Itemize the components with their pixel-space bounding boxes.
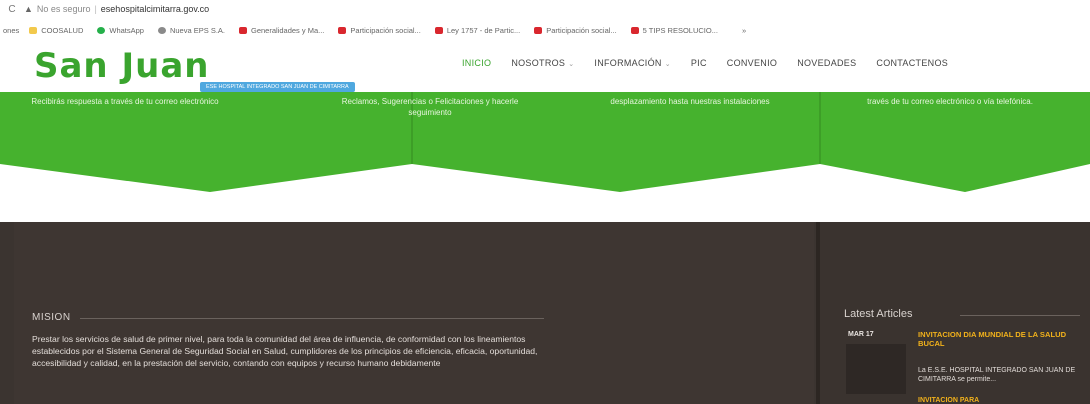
logo-text: San Juan bbox=[34, 46, 210, 86]
bookmark-icon bbox=[239, 26, 247, 34]
reload-icon[interactable]: C bbox=[6, 4, 18, 15]
article-thumbnail[interactable] bbox=[846, 344, 906, 394]
nav-item-contactenos[interactable]: CONTACTENOS bbox=[876, 58, 948, 68]
bookmark-item[interactable]: ones bbox=[3, 26, 19, 35]
bookmarks-bar: ones COOSALUD WhatsApp Nueva EPS S.A. Ge… bbox=[0, 22, 1090, 38]
bookmark-label: Generalidades y Ma... bbox=[251, 25, 325, 35]
green-banner: Recibirás respuesta a través de tu corre… bbox=[0, 92, 1090, 192]
insecure-label: No es seguro bbox=[36, 4, 91, 14]
nav-item-inicio[interactable]: INICIO bbox=[462, 58, 491, 68]
url-text[interactable]: esehospitalcimitarra.gov.co bbox=[101, 4, 209, 14]
nav-item-informacion[interactable]: INFORMACIÓN ⌄ bbox=[594, 58, 670, 68]
nav-item-nosotros[interactable]: NOSOTROS ⌄ bbox=[511, 58, 574, 68]
bookmark-item[interactable]: 5 TIPS RESOLUCIO... bbox=[630, 25, 718, 35]
chevron-down-icon: ⌄ bbox=[568, 61, 575, 68]
bookmark-icon bbox=[630, 26, 639, 34]
bookmark-label: Participación social... bbox=[546, 25, 617, 35]
bookmark-item[interactable]: Generalidades y Ma... bbox=[239, 26, 324, 35]
nav-item-pic[interactable]: PIC bbox=[691, 58, 707, 68]
bookmark-icon bbox=[29, 26, 38, 34]
nav-item-convenio[interactable]: CONVENIO bbox=[727, 58, 777, 68]
article-excerpt: La E.S.E. HOSPITAL INTEGRADO SAN JUAN DE… bbox=[918, 367, 1076, 383]
bookmark-item[interactable]: WhatsApp bbox=[97, 26, 144, 35]
article-date: MAR 17 bbox=[848, 331, 874, 338]
banner-text-2: Reclamos, Sugerencias o Felicitaciones y… bbox=[341, 97, 519, 117]
banner-text-4: través de tu correo electrónico o vía te… bbox=[867, 97, 1033, 106]
divider bbox=[80, 318, 544, 319]
nav-label: INFORMACIÓN bbox=[594, 58, 662, 68]
banner-text-1: Recibirás respuesta a través de tu corre… bbox=[31, 97, 219, 106]
banner-background bbox=[0, 92, 1090, 192]
address-bar[interactable]: C ▲ No es seguro | esehospitalcimitarra.… bbox=[0, 0, 1090, 18]
globe-icon bbox=[157, 26, 166, 34]
divider bbox=[816, 222, 820, 404]
bookmark-icon bbox=[434, 26, 443, 34]
bookmark-item[interactable]: Nueva EPS S.A. bbox=[157, 25, 225, 35]
bookmark-label: Ley 1757 - de Partic... bbox=[446, 25, 521, 35]
nav-label: INICIO bbox=[462, 58, 492, 68]
main-nav: INICIO NOSOTROS ⌄ INFORMACIÓN ⌄ PIC CONVEN… bbox=[462, 58, 948, 68]
mision-heading: MISION bbox=[32, 312, 71, 323]
bookmark-item[interactable]: Participación social... bbox=[338, 25, 421, 35]
separator: | bbox=[94, 4, 97, 14]
nav-label: NOVEDADES bbox=[797, 58, 857, 68]
article-title-link[interactable]: INVITACION PARA bbox=[918, 397, 1086, 404]
article-title-link[interactable]: INVITACION DIA MUNDIAL DE LA SALUD BUCAL bbox=[918, 330, 1088, 348]
bookmark-label: Participación social... bbox=[350, 25, 421, 35]
bookmark-item[interactable]: Ley 1757 - de Partic... bbox=[434, 25, 521, 35]
bookmark-label: WhatsApp bbox=[109, 25, 144, 35]
divider bbox=[960, 315, 1080, 316]
logo[interactable]: San Juan ESE HOSPITAL INTEGRADO SAN JUAN… bbox=[34, 46, 364, 92]
bookmark-label: Nueva EPS S.A. bbox=[169, 25, 225, 35]
nav-label: CONVENIO bbox=[726, 58, 778, 68]
nav-label: CONTACTENOS bbox=[876, 58, 949, 68]
nav-label: NOSOTROS bbox=[511, 58, 566, 68]
bookmark-item[interactable]: COOSALUD bbox=[29, 26, 83, 35]
bookmarks-more-button[interactable]: » bbox=[742, 26, 746, 35]
chevron-down-icon: ⌄ bbox=[664, 61, 671, 68]
latest-articles-heading: Latest Articles bbox=[844, 308, 913, 320]
mision-panel bbox=[14, 222, 814, 404]
nav-item-novedades[interactable]: NOVEDADES bbox=[797, 58, 856, 68]
logo-tagline: ESE HOSPITAL INTEGRADO SAN JUAN DE CIMIT… bbox=[200, 82, 355, 92]
bookmark-label: COOSALUD bbox=[41, 25, 84, 35]
bookmark-item[interactable]: Participación social... bbox=[534, 25, 617, 35]
nav-label: PIC bbox=[690, 58, 707, 68]
bookmark-icon bbox=[338, 26, 347, 34]
site-header: San Juan ESE HOSPITAL INTEGRADO SAN JUAN… bbox=[0, 40, 1090, 92]
bookmark-label: 5 TIPS RESOLUCIO... bbox=[642, 25, 718, 35]
whatsapp-icon bbox=[97, 26, 106, 34]
banner-text-3: desplazamiento hasta nuestras instalacio… bbox=[610, 97, 770, 106]
warning-icon: ▲ bbox=[24, 4, 33, 14]
mision-text: Prestar los servicios de salud de primer… bbox=[32, 334, 538, 369]
bookmark-icon bbox=[534, 26, 543, 34]
bookmark-label: ones bbox=[3, 25, 20, 35]
